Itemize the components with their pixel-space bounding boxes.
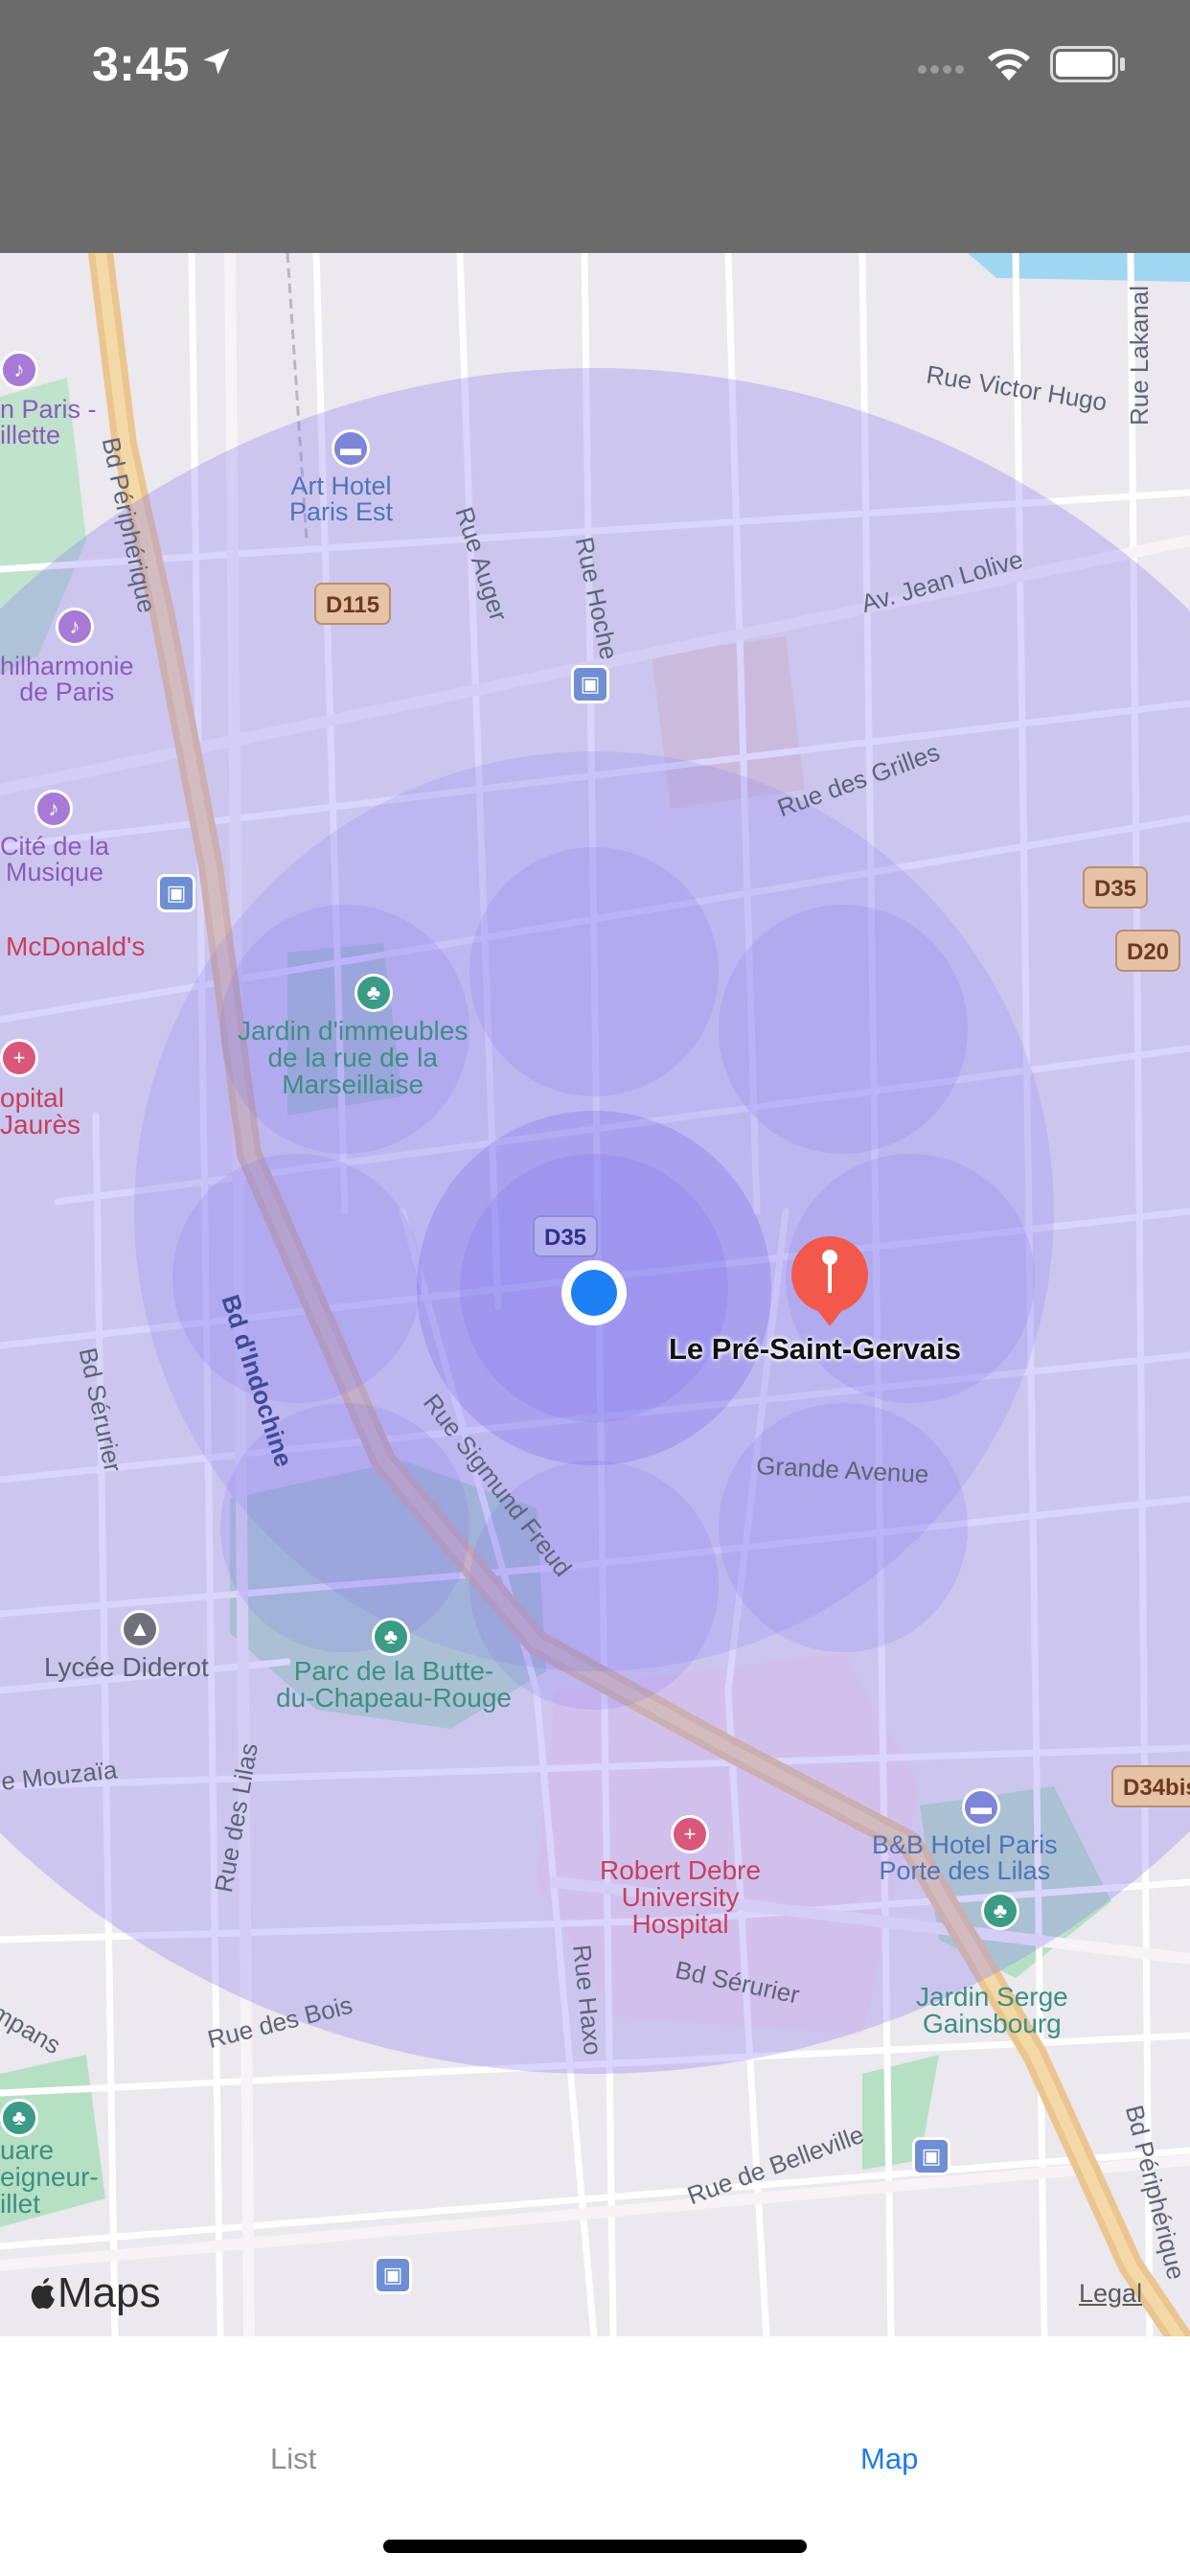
poi-label-parc-butte[interactable]: Parc de la Butte- du-Chapeau-Rouge [276,1658,512,1712]
tab-map[interactable]: Map [860,2442,918,2476]
maps-brand-text: Maps [57,2269,161,2316]
road-shield: D20 [1115,930,1181,972]
school-icon[interactable]: ▲ [121,1610,159,1648]
map-view[interactable]: Rue Victor Hugo Rue Lakanal Bd Périphéri… [0,253,1190,2336]
transit-icon[interactable]: ▣ [374,2256,412,2294]
maps-logo: Maps [29,2269,161,2317]
wifi-icon [988,48,1030,80]
music-icon[interactable]: ♪ [34,790,73,828]
poi-label-robert-debre[interactable]: Robert Debre University Hospital [600,1857,761,1938]
region-petal [469,847,719,1096]
battery-icon [1050,46,1125,82]
location-arrow-icon [203,48,230,75]
park-icon[interactable]: ♣ [355,974,393,1012]
poi-label-art-hotel[interactable]: Art Hotel Paris Est [289,473,393,525]
pin-place-label[interactable]: Le Pré-Saint-Gervais [669,1332,961,1367]
hospital-icon[interactable]: + [671,1815,709,1853]
road-shield: D35 [533,1215,599,1257]
music-icon[interactable]: ♪ [56,608,94,646]
park-icon[interactable]: ♣ [0,2099,38,2137]
status-bar: 3:45 [0,0,1190,253]
hotel-icon[interactable]: ▬ [332,429,370,468]
park-icon[interactable]: ♣ [372,1618,410,1656]
hospital-icon[interactable]: + [0,1039,38,1077]
legal-link[interactable]: Legal [1079,2279,1142,2309]
train-icon[interactable]: ▣ [157,874,195,912]
transit-icon[interactable]: ▣ [571,665,609,703]
poi-label-square-seigneur[interactable]: uare eigneur- illet [0,2137,99,2218]
region-petal [719,905,968,1154]
music-icon[interactable]: ♪ [0,351,38,389]
road-shield: D35 [1083,866,1149,908]
poi-label-paris-villette[interactable]: n Paris - illette [0,397,97,448]
poi-label-philharmonie[interactable]: hilharmonie de Paris [0,654,134,705]
street-label: Rue Lakanal [1125,286,1154,426]
poi-label-mcdonalds[interactable]: McDonald's [6,933,145,960]
apple-logo-icon [31,2278,55,2310]
poi-label-hopital-jaures[interactable]: opital Jaurès [0,1085,80,1138]
region-petal [172,1154,422,1403]
region-petal [220,1403,469,1652]
home-indicator[interactable] [383,2540,807,2553]
road-shield: D115 [314,583,392,625]
train-icon[interactable]: ▣ [912,2137,950,2175]
status-time: 3:45 [92,37,191,91]
tab-list[interactable]: List [270,2442,316,2476]
hotel-icon[interactable]: ▬ [962,1788,1000,1827]
tab-bar: List Map [0,2336,1190,2576]
park-icon[interactable]: ♣ [981,1892,1019,1930]
region-petal [719,1403,968,1652]
poi-label-bb-hotel[interactable]: B&B Hotel Paris Porte des Lilas [872,1832,1058,1884]
poi-label-jardin-immeubles[interactable]: Jardin d'immeubles de la rue de la Marse… [238,1018,468,1098]
user-location-dot[interactable] [571,1270,617,1316]
poi-label-lycee-diderot[interactable]: Lycée Diderot [44,1654,209,1681]
road-shield: D34bis [1111,1765,1190,1807]
cellular-signal-icon [918,61,968,79]
poi-label-jardin-serge[interactable]: Jardin Serge Gainsbourg [916,1984,1068,2037]
poi-label-cite-musique[interactable]: Cité de la Musique [0,834,109,886]
